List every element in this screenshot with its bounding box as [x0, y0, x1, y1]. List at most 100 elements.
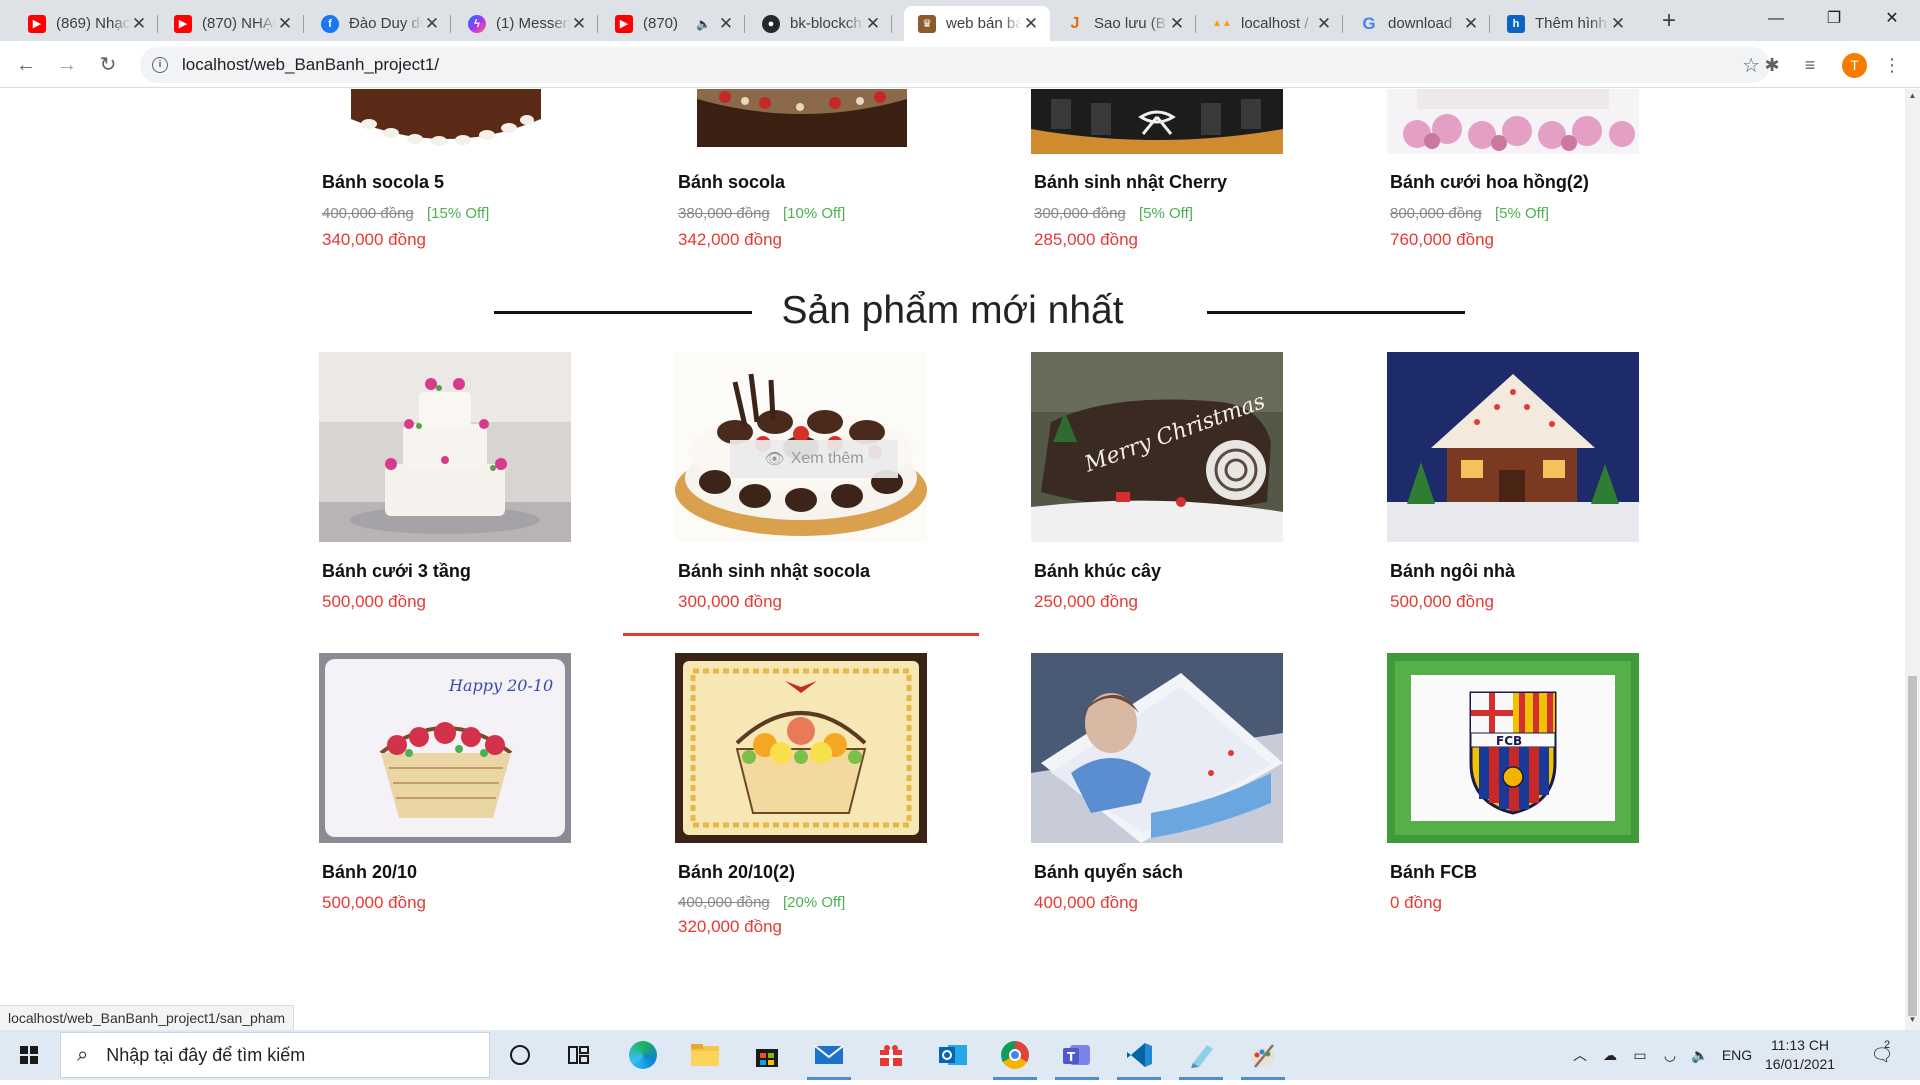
restore-button[interactable]: ❐: [1806, 0, 1862, 41]
tab-google[interactable]: G download ✕: [1346, 6, 1490, 41]
product-name[interactable]: Bánh 20/10(2): [678, 862, 795, 883]
product-card[interactable]: Bánh quyển sách 400,000 đồng: [1031, 653, 1283, 943]
product-card[interactable]: Bánh socola 380,000 đồng [10% Off] 342,0…: [675, 89, 927, 259]
reload-button[interactable]: ↻: [94, 51, 122, 79]
address-url[interactable]: localhost/web_BanBanh_project1/: [182, 55, 439, 75]
product-image[interactable]: [1387, 352, 1639, 542]
back-button[interactable]: ←: [12, 51, 40, 79]
menu-kebab-icon[interactable]: ⋮: [1880, 53, 1904, 77]
tab-youtube-3[interactable]: ▶ (870) 🔈 ✕: [601, 6, 745, 41]
close-icon[interactable]: ✕: [1609, 14, 1627, 34]
notification-center-icon[interactable]: 🗨 2: [1862, 1030, 1902, 1080]
tab-github[interactable]: ● bk-blockchain ✕: [748, 6, 892, 41]
task-view-icon[interactable]: [561, 1037, 597, 1073]
mail-icon[interactable]: [807, 1037, 851, 1080]
product-name[interactable]: Bánh socola 5: [322, 172, 444, 193]
tab-youtube-2[interactable]: ▶ (870) NHẠC ✕: [160, 6, 304, 41]
tab-java[interactable]: J Sao lưu (B ✕: [1052, 6, 1196, 41]
scroll-up-arrow-icon[interactable]: ▲: [1905, 91, 1920, 100]
outlook-icon[interactable]: [935, 1037, 971, 1073]
tab-messenger[interactable]: ϟ (1) Messenger ✕: [454, 6, 598, 41]
tab-youtube-1[interactable]: ▶ (869) Nhạc ✕: [14, 6, 158, 41]
product-name[interactable]: Bánh 20/10: [322, 862, 417, 883]
edge-icon[interactable]: [625, 1037, 661, 1073]
product-name[interactable]: Bánh FCB: [1390, 862, 1477, 883]
product-card[interactable]: FCB Bánh FCB 0 đồng: [1387, 653, 1639, 943]
profile-avatar[interactable]: T: [1842, 53, 1867, 78]
close-icon[interactable]: ✕: [570, 14, 588, 34]
page-scrollbar[interactable]: ▲ ▼: [1905, 89, 1920, 1030]
product-image[interactable]: [319, 352, 571, 542]
media-control-icon[interactable]: ≡: [1798, 53, 1822, 77]
close-icon[interactable]: ✕: [130, 14, 148, 34]
close-icon[interactable]: ✕: [1315, 14, 1333, 34]
vscode-icon[interactable]: [1117, 1037, 1161, 1080]
product-image[interactable]: [675, 653, 927, 843]
new-tab-button[interactable]: +: [1655, 8, 1683, 36]
close-window-button[interactable]: ✕: [1864, 0, 1920, 41]
product-card[interactable]: Bánh cưới 3 tầng 500,000 đồng: [319, 352, 571, 612]
onedrive-icon[interactable]: ☁: [1598, 1030, 1622, 1080]
product-card[interactable]: Bánh ngôi nhà 500,000 đồng: [1387, 352, 1639, 612]
volume-icon[interactable]: 🔈: [1688, 1030, 1712, 1080]
chrome-icon[interactable]: [993, 1037, 1037, 1080]
product-name[interactable]: Bánh socola: [678, 172, 785, 193]
system-clock[interactable]: 11:13 CH 16/01/2021: [1755, 1036, 1845, 1074]
forward-button[interactable]: →: [53, 51, 81, 79]
language-indicator[interactable]: ENG: [1718, 1030, 1756, 1080]
product-image[interactable]: [1387, 89, 1639, 154]
bookmark-star-icon[interactable]: ☆: [1742, 53, 1760, 78]
product-name[interactable]: Bánh ngôi nhà: [1390, 561, 1515, 582]
tab-phpmyadmin[interactable]: ▲▲ localhost / ✕: [1199, 6, 1343, 41]
show-hidden-icons-chevron-icon[interactable]: ︿: [1568, 1030, 1592, 1080]
tab-facebook[interactable]: f Đào Duy duy ✕: [307, 6, 451, 41]
product-card[interactable]: Bánh cưới hoa hồng(2) 800,000 đồng [5% O…: [1387, 89, 1639, 259]
tab-web-ban-banh[interactable]: ♛ web bán bánh ✕: [904, 6, 1050, 41]
product-card[interactable]: Bánh sinh nhật Cherry 300,000 đồng [5% O…: [1031, 89, 1283, 259]
product-name[interactable]: Bánh sinh nhật Cherry: [1034, 172, 1227, 193]
extensions-icon[interactable]: ✱: [1760, 53, 1784, 77]
file-explorer-icon[interactable]: [687, 1037, 723, 1073]
close-icon[interactable]: ✕: [1168, 14, 1186, 34]
product-name[interactable]: Bánh sinh nhật socola: [678, 561, 870, 582]
close-icon[interactable]: ✕: [1462, 14, 1480, 34]
paint-app-icon[interactable]: [1241, 1037, 1285, 1080]
gift-app-icon[interactable]: [873, 1037, 909, 1073]
store-icon[interactable]: [749, 1037, 785, 1073]
close-icon[interactable]: ✕: [1022, 14, 1040, 34]
product-card[interactable]: Bánh 20/10(2) 400,000 đồng [20% Off] 320…: [675, 653, 927, 943]
taskbar-search-box[interactable]: ⌕ Nhập tại đây để tìm kiếm: [60, 1032, 490, 1078]
scrollbar-thumb[interactable]: [1908, 676, 1917, 1016]
product-image[interactable]: FCB: [1387, 653, 1639, 843]
battery-icon[interactable]: ▭: [1628, 1030, 1652, 1080]
product-card[interactable]: 👁 Xem thêm Bánh sinh nhật socola 300,000…: [675, 352, 927, 612]
product-image[interactable]: [675, 89, 927, 154]
product-image[interactable]: [319, 89, 571, 154]
notepad-app-icon[interactable]: [1179, 1037, 1223, 1080]
close-icon[interactable]: ✕: [864, 14, 882, 34]
product-image[interactable]: [1031, 89, 1283, 154]
product-name[interactable]: Bánh cưới 3 tầng: [322, 561, 471, 582]
close-icon[interactable]: ✕: [276, 14, 294, 34]
product-name[interactable]: Bánh cưới hoa hồng(2): [1390, 172, 1589, 193]
start-button[interactable]: [0, 1030, 58, 1080]
address-bar[interactable]: i localhost/web_BanBanh_project1/ ☆: [140, 47, 1770, 83]
teams-icon[interactable]: T: [1055, 1037, 1099, 1080]
product-image[interactable]: [1031, 653, 1283, 843]
speaker-icon[interactable]: 🔈: [696, 17, 711, 31]
close-icon[interactable]: ✕: [423, 14, 441, 34]
product-card[interactable]: Happy 20-10 Bánh 20/10 500,000 đồng: [319, 653, 571, 943]
info-icon[interactable]: i: [152, 57, 168, 73]
view-more-button[interactable]: 👁 Xem thêm: [730, 440, 898, 478]
product-card[interactable]: Bánh socola 5 400,000 đồng [15% Off] 340…: [319, 89, 571, 259]
scroll-down-arrow-icon[interactable]: ▼: [1905, 1015, 1920, 1024]
product-image[interactable]: Happy 20-10: [319, 653, 571, 843]
product-image[interactable]: Merry Christmas: [1031, 352, 1283, 542]
tab-linkedin[interactable]: h Thêm hình ✕: [1493, 6, 1637, 41]
network-icon[interactable]: ◡: [1658, 1030, 1682, 1080]
close-icon[interactable]: ✕: [717, 14, 735, 34]
product-name[interactable]: Bánh khúc cây: [1034, 561, 1161, 582]
minimize-button[interactable]: —: [1748, 0, 1804, 41]
product-card[interactable]: Merry Christmas Bánh khúc cây 250,000 đồ…: [1031, 352, 1283, 612]
product-name[interactable]: Bánh quyển sách: [1034, 862, 1183, 883]
